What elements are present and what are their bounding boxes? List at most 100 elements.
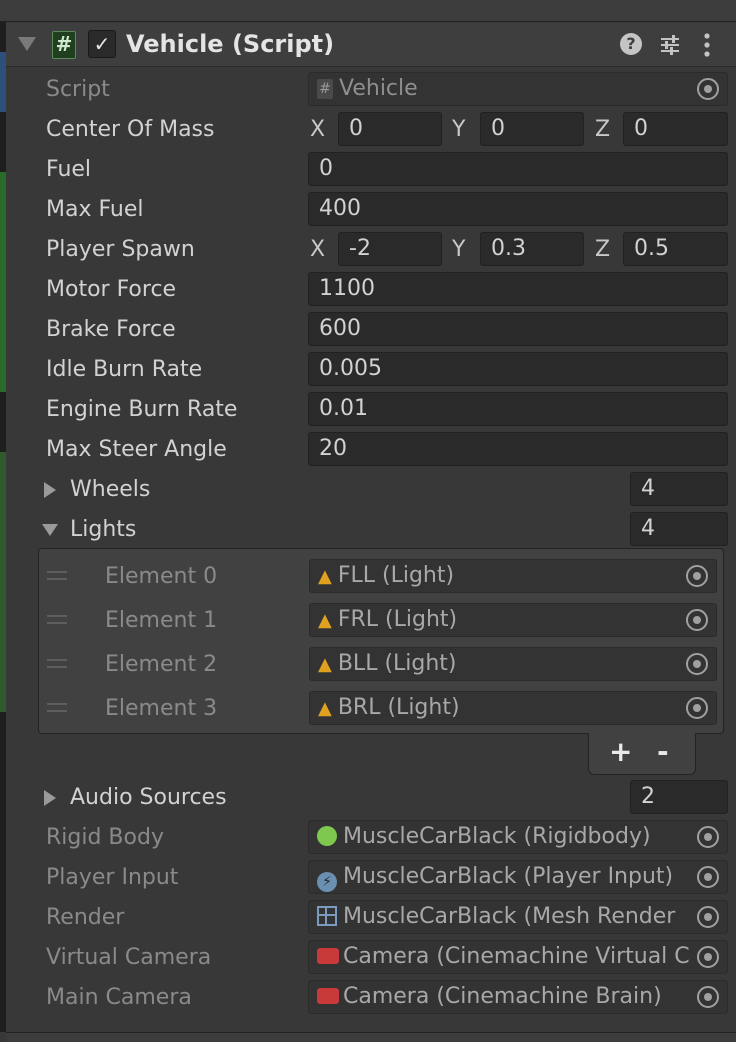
player-spawn-x-field[interactable]: -2 (338, 232, 442, 266)
player-input-field[interactable]: ⚡ MuscleCarBlack (Player Input) (308, 860, 728, 894)
main-camera-field[interactable]: Camera (Cinemachine Brain) (308, 980, 728, 1014)
script-hash-icon: # (52, 31, 76, 59)
lights-element-field[interactable]: ▲ FRL (Light) (309, 603, 717, 637)
lights-element-value: FRL (Light) (337, 607, 458, 632)
foldout-arrow-icon[interactable] (18, 37, 36, 51)
player-spawn-z-axis-label[interactable]: Z (595, 233, 610, 267)
lights-element-field[interactable]: ▲ FLL (Light) (309, 559, 717, 593)
player-spawn-label: Player Spawn (46, 237, 195, 262)
brake-force-label: Brake Force (46, 317, 176, 342)
audio-sources-label[interactable]: Audio Sources (70, 783, 227, 813)
lights-element-field[interactable]: ▲ BRL (Light) (309, 691, 717, 725)
lights-element-value: BRL (Light) (337, 695, 460, 720)
idle-burn-rate-field[interactable]: 0.005 (308, 352, 728, 386)
object-picker-icon[interactable] (686, 697, 708, 719)
audio-sources-foldout-icon[interactable] (44, 790, 56, 806)
max-steer-angle-label: Max Steer Angle (46, 437, 227, 462)
more-options-icon[interactable] (702, 31, 712, 59)
virtual-camera-field[interactable]: Camera (Cinemachine Virtual C (308, 940, 728, 974)
object-picker-icon[interactable] (697, 78, 719, 100)
top-strip (0, 0, 736, 22)
lights-label[interactable]: Lights (70, 515, 136, 545)
lights-list: Element 0 ▲ FLL (Light) Element 1 ▲ FRL (L… (38, 548, 724, 734)
drag-handle-icon[interactable] (47, 659, 67, 673)
player-input-icon: ⚡ (317, 872, 337, 892)
object-picker-icon[interactable] (697, 986, 719, 1008)
brake-force-field[interactable]: 600 (308, 312, 728, 346)
lights-element-label: Element 2 (105, 652, 218, 677)
max-fuel-field[interactable]: 400 (308, 192, 728, 226)
lights-element-field[interactable]: ▲ BLL (Light) (309, 647, 717, 681)
list-add-remove-footer: + - (588, 733, 696, 775)
engine-burn-rate-label: Engine Burn Rate (46, 397, 238, 422)
player-input-value: MuscleCarBlack (Player Input) (343, 864, 674, 889)
motor-force-label: Motor Force (46, 277, 177, 302)
lights-element-value: BLL (Light) (337, 651, 457, 676)
lights-element-label: Element 0 (105, 564, 218, 589)
left-edge-strip (0, 22, 6, 1032)
script-field[interactable]: # Vehicle (308, 72, 728, 106)
motor-force-field[interactable]: 1100 (308, 272, 728, 306)
enabled-checkbox[interactable]: ✓ (88, 30, 116, 58)
render-field[interactable]: MuscleCarBlack (Mesh Render (308, 900, 728, 934)
virtual-camera-value: Camera (Cinemachine Virtual C (343, 944, 690, 969)
audio-sources-size-field[interactable]: 2 (630, 780, 728, 814)
fuel-field[interactable]: 0 (308, 152, 728, 186)
center-of-mass-y-axis-label[interactable]: Y (452, 113, 465, 147)
object-picker-icon[interactable] (697, 866, 719, 888)
script-label: Script (46, 77, 110, 102)
object-picker-icon[interactable] (697, 826, 719, 848)
wheels-size-field[interactable]: 4 (630, 472, 728, 506)
drag-handle-icon[interactable] (47, 615, 67, 629)
mesh-renderer-icon (317, 906, 337, 926)
idle-burn-rate-label: Idle Burn Rate (46, 357, 203, 382)
remove-element-button[interactable]: - (657, 735, 669, 768)
player-spawn-z-field[interactable]: 0.5 (623, 232, 728, 266)
player-spawn-y-field[interactable]: 0.3 (480, 232, 584, 266)
lights-element-label: Element 1 (105, 608, 218, 633)
object-picker-icon[interactable] (686, 609, 708, 631)
main-camera-value: Camera (Cinemachine Brain) (343, 984, 662, 1009)
object-picker-icon[interactable] (697, 906, 719, 928)
main-camera-label: Main Camera (46, 985, 192, 1010)
object-picker-icon[interactable] (686, 565, 708, 587)
center-of-mass-label: Center Of Mass (46, 117, 215, 142)
rigidbody-icon (317, 826, 337, 846)
object-picker-icon[interactable] (686, 653, 708, 675)
fuel-label: Fuel (46, 157, 92, 182)
lights-size-field[interactable]: 4 (630, 512, 728, 546)
script-value: Vehicle (339, 76, 418, 101)
rigid-body-label: Rigid Body (46, 825, 164, 850)
render-label: Render (46, 905, 125, 930)
camera-icon (317, 988, 339, 1004)
add-element-button[interactable]: + (609, 735, 632, 768)
center-of-mass-x-field[interactable]: 0 (338, 112, 442, 146)
engine-burn-rate-field[interactable]: 0.01 (308, 392, 728, 426)
drag-handle-icon[interactable] (47, 703, 67, 717)
light-icon: ▲ (318, 698, 332, 719)
component-header[interactable]: # ✓ Vehicle (Script) ? (6, 23, 736, 67)
max-steer-angle-field[interactable]: 20 (308, 432, 728, 466)
script-hash-icon: # (317, 79, 333, 99)
center-of-mass-x-axis-label[interactable]: X (310, 113, 325, 147)
lights-element-label: Element 3 (105, 696, 218, 721)
player-spawn-y-axis-label[interactable]: Y (452, 233, 465, 267)
preset-sliders-icon[interactable] (658, 33, 682, 57)
player-input-label: Player Input (46, 865, 179, 890)
light-icon: ▲ (318, 654, 332, 675)
next-component-header (6, 1032, 736, 1042)
light-icon: ▲ (318, 566, 332, 587)
center-of-mass-y-field[interactable]: 0 (480, 112, 584, 146)
camera-icon (317, 948, 339, 964)
center-of-mass-z-axis-label[interactable]: Z (595, 113, 610, 147)
rigid-body-field[interactable]: MuscleCarBlack (Rigidbody) (308, 820, 728, 854)
wheels-label[interactable]: Wheels (70, 475, 150, 505)
lights-foldout-icon[interactable] (42, 524, 58, 536)
drag-handle-icon[interactable] (47, 571, 67, 585)
center-of-mass-z-field[interactable]: 0 (623, 112, 728, 146)
lights-element-value: FLL (Light) (337, 563, 455, 588)
wheels-foldout-icon[interactable] (44, 482, 56, 498)
object-picker-icon[interactable] (697, 946, 719, 968)
player-spawn-x-axis-label[interactable]: X (310, 233, 325, 267)
help-icon[interactable]: ? (620, 33, 642, 55)
